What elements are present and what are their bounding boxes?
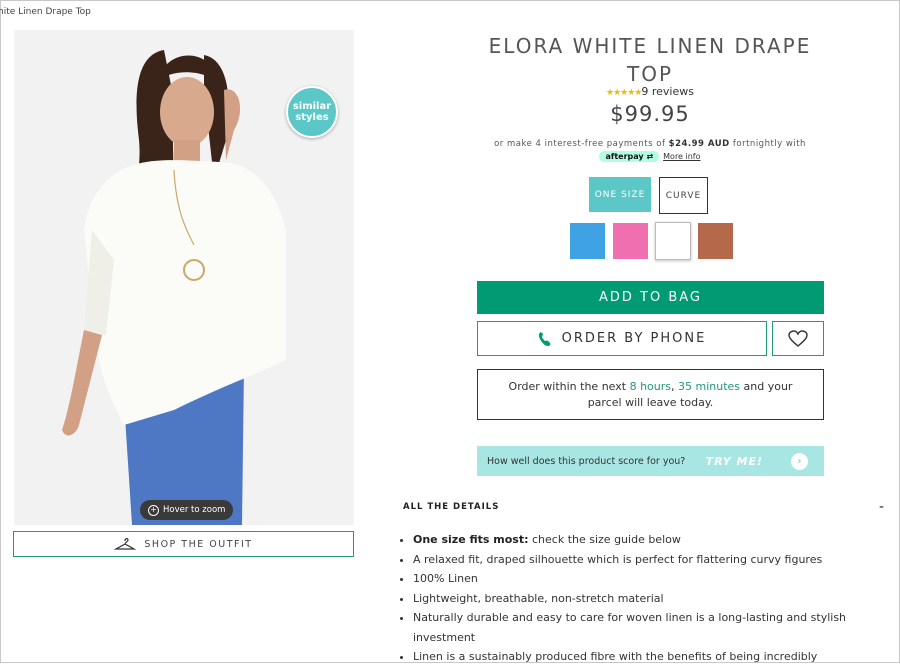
afterpay-row: afterpay ⇄ More info: [475, 151, 825, 162]
shipping-line-2: parcel will leave today.: [587, 395, 714, 409]
add-to-bag-button[interactable]: ADD TO BAG: [477, 281, 824, 314]
size-option-curve[interactable]: CURVE: [659, 177, 708, 214]
more-info-link[interactable]: More info: [663, 152, 700, 161]
shipping-suffix: and your: [740, 379, 793, 393]
details-item-bold: One size fits most:: [413, 533, 529, 546]
product-score-banner[interactable]: How well does this product score for you…: [477, 446, 824, 476]
installment-amount: $24.99 AUD: [668, 139, 730, 149]
shipping-hours: 8 hours: [629, 379, 671, 393]
similar-line-2: styles: [295, 112, 329, 123]
afterpay-arrows-icon: ⇄: [646, 152, 654, 161]
afterpay-logo: afterpay ⇄: [599, 151, 660, 162]
shipping-prefix: Order within the next: [508, 379, 630, 393]
product-price: $99.95: [610, 102, 690, 126]
details-item: 100% Linen: [413, 569, 883, 589]
hanger-icon: [114, 538, 137, 550]
details-item: Naturally durable and easy to care for w…: [413, 608, 883, 647]
product-image[interactable]: similar styles + Hover to zoom: [14, 30, 354, 525]
installment-suffix: fortnightly with: [729, 139, 806, 149]
chevron-right-icon[interactable]: ›: [791, 452, 808, 470]
installment-info: or make 4 interest-free payments of $24.…: [440, 139, 860, 149]
order-by-phone-button[interactable]: ORDER BY PHONE: [477, 321, 767, 356]
color-swatch-white[interactable]: [655, 222, 691, 260]
afterpay-logo-text: afterpay: [605, 152, 644, 161]
review-count[interactable]: 9 reviews: [641, 85, 694, 98]
size-option-one-size[interactable]: ONE SIZE: [589, 177, 651, 212]
details-list: One size fits most: check the size guide…: [399, 530, 883, 667]
shop-the-outfit-label: SHOP THE OUTFIT: [144, 538, 253, 550]
color-swatch-brown[interactable]: [698, 223, 733, 259]
details-heading[interactable]: ALL THE DETAILS: [403, 502, 499, 512]
wishlist-button[interactable]: [772, 321, 824, 356]
details-item: A relaxed fit, draped silhouette which i…: [413, 550, 883, 570]
details-item: Lightweight, breathable, non-stretch mat…: [413, 589, 883, 609]
product-rating[interactable]: ★★★★★9 reviews: [475, 85, 825, 98]
shop-the-outfit-button[interactable]: SHOP THE OUTFIT: [13, 531, 354, 557]
heart-icon: [788, 329, 808, 347]
similar-line-1: similar: [292, 101, 332, 112]
details-item: One size fits most: check the size guide…: [413, 530, 883, 550]
breadcrumb[interactable]: hite Linen Drape Top: [0, 7, 91, 17]
rating-stars: ★★★★★: [606, 88, 642, 98]
try-me-label[interactable]: TRY ME!: [706, 455, 763, 468]
color-swatch-pink[interactable]: [613, 223, 648, 259]
product-title: ELORA WHITE LINEN DRAPE TOP: [488, 34, 812, 86]
shipping-sep: ,: [671, 379, 678, 393]
collapse-icon[interactable]: -: [879, 499, 884, 515]
score-question: How well does this product score for you…: [487, 455, 686, 467]
color-swatch-blue[interactable]: [570, 223, 605, 259]
similar-styles-badge[interactable]: similar styles: [286, 86, 338, 138]
installment-prefix: or make 4 interest-free payments of: [494, 139, 669, 149]
hover-to-zoom-hint: + Hover to zoom: [140, 500, 234, 520]
shipping-countdown: Order within the next 8 hours, 35 minute…: [477, 369, 824, 420]
zoom-plus-icon: +: [148, 504, 159, 516]
details-item-rest: check the size guide below: [528, 533, 681, 546]
shipping-minutes: 35 minutes: [678, 379, 741, 393]
zoom-label: Hover to zoom: [163, 505, 226, 515]
order-by-phone-label: ORDER BY PHONE: [561, 331, 707, 346]
details-item: Linen is a sustainably produced fibre wi…: [413, 647, 883, 667]
phone-icon: [538, 331, 551, 346]
